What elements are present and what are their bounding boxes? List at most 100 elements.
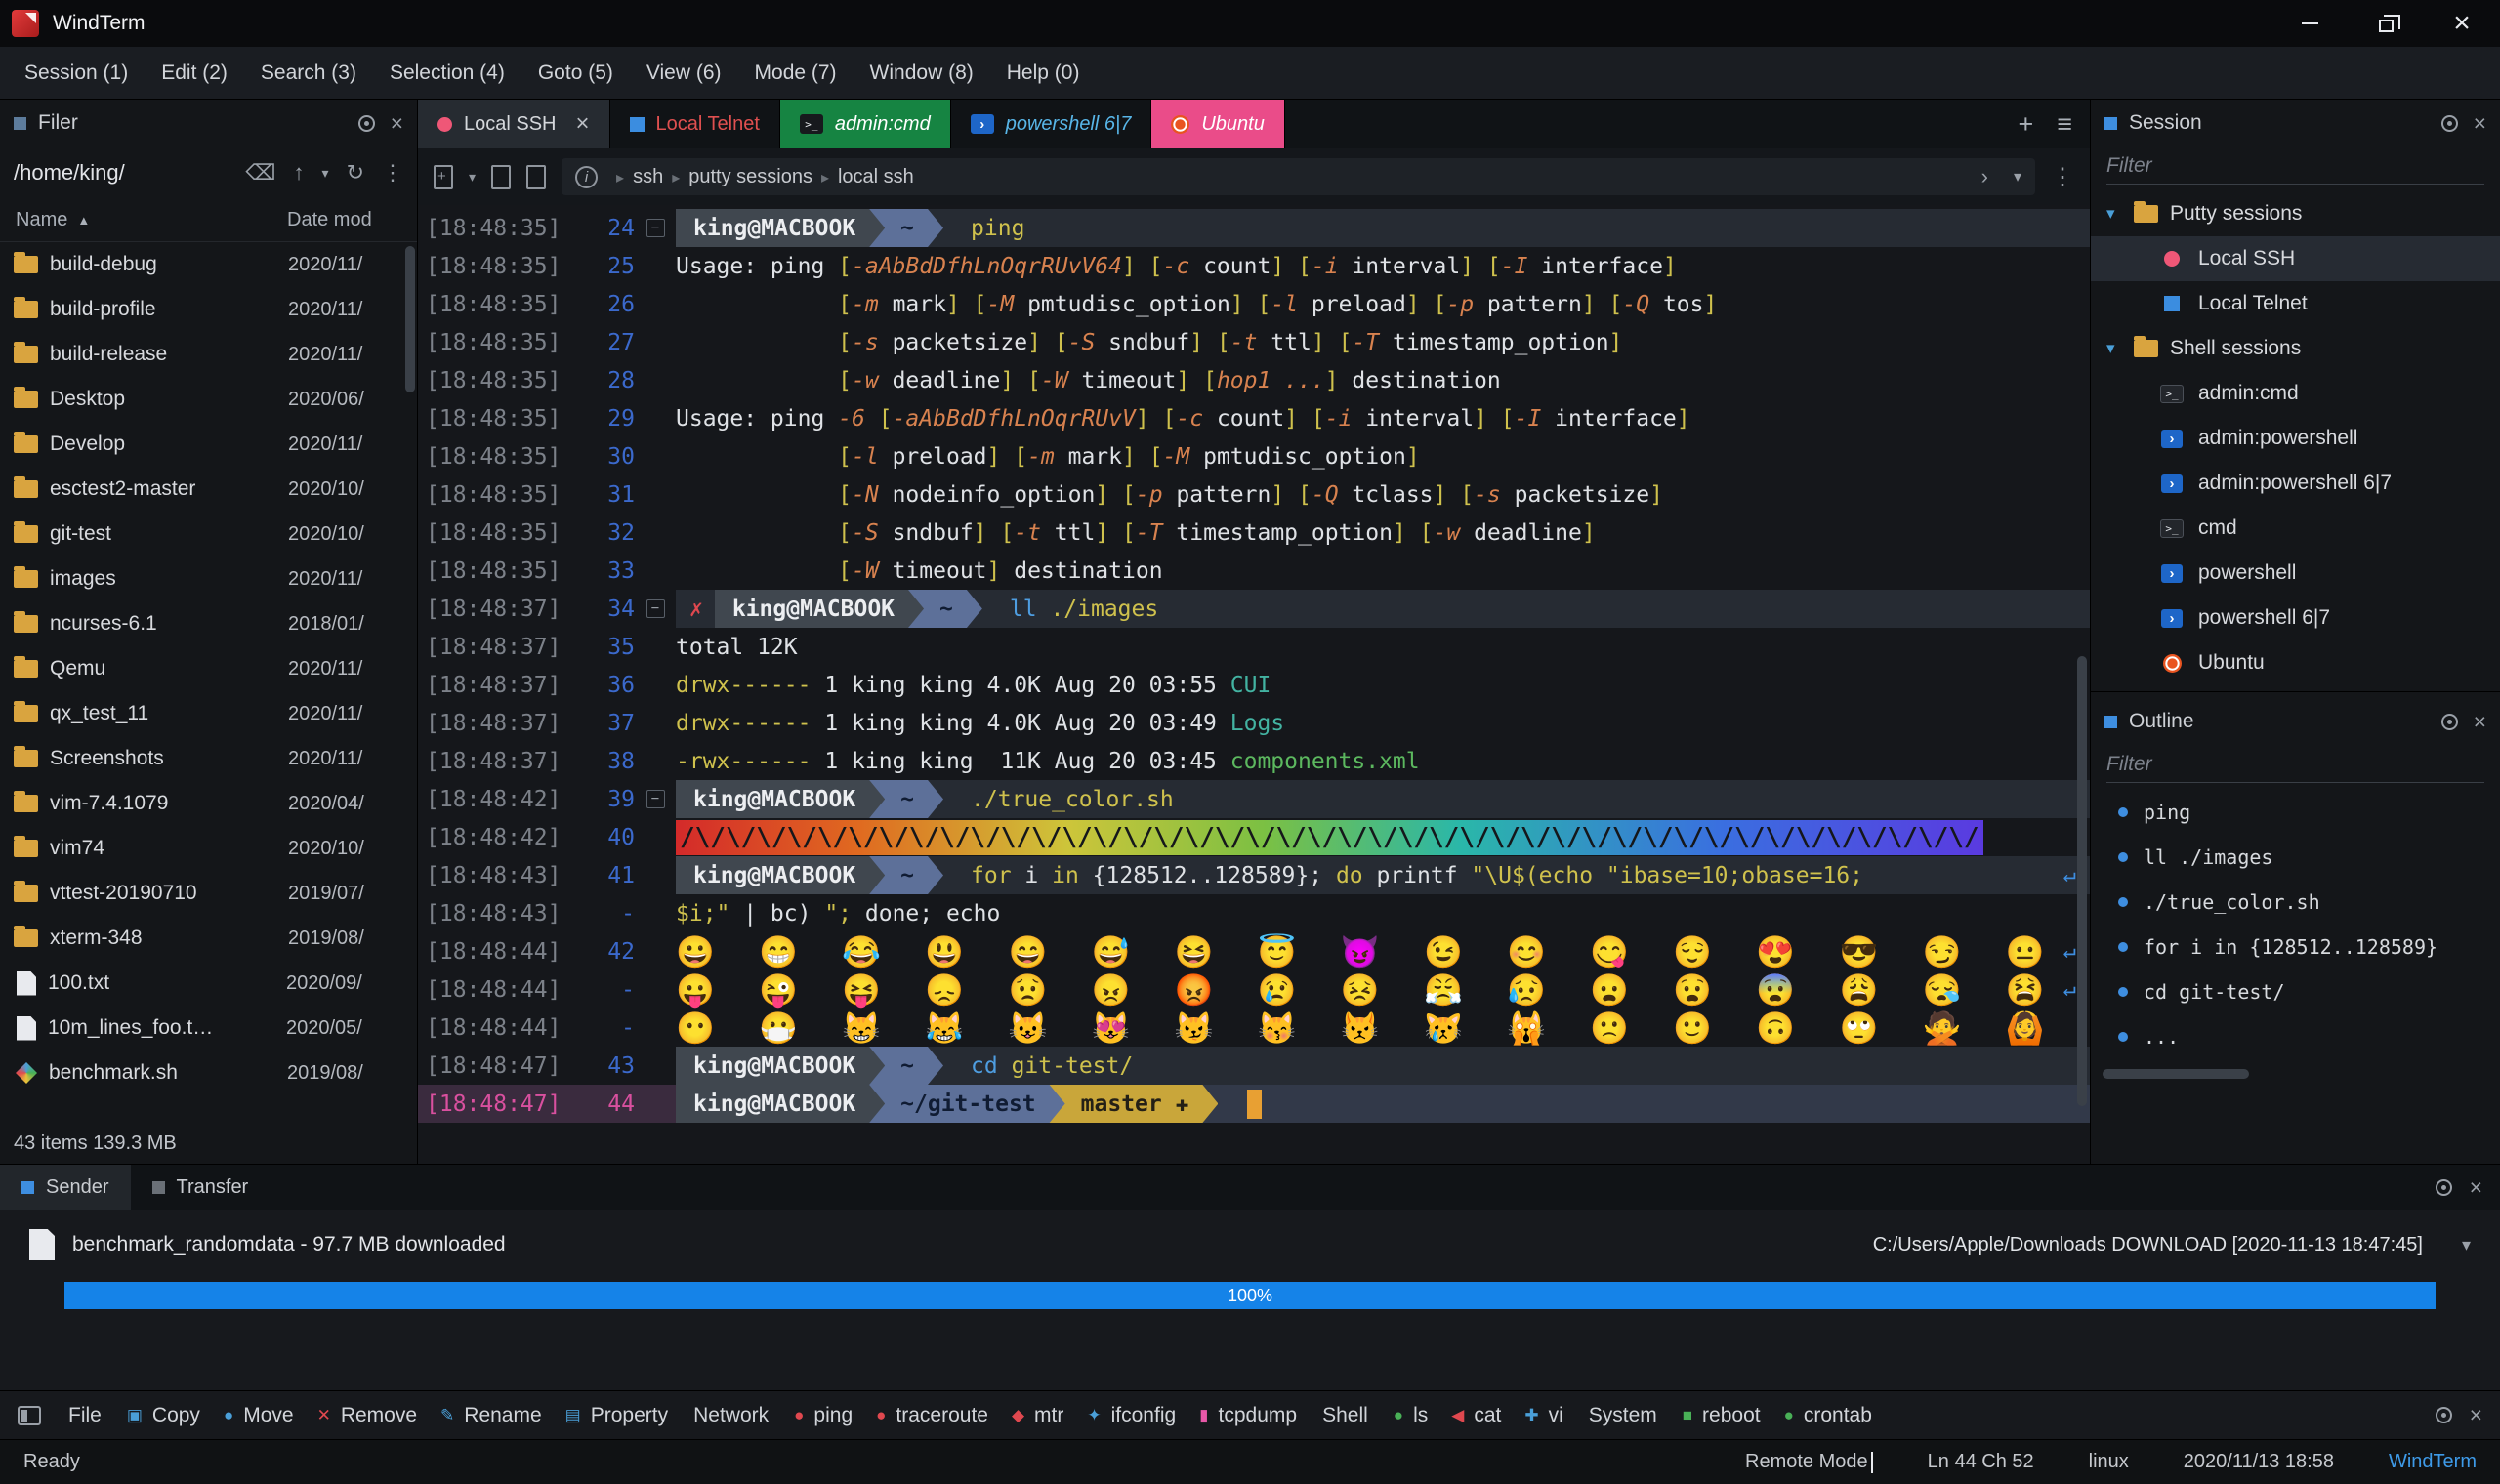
menu-item-help[interactable]: Help (0) <box>990 47 1097 99</box>
session-filter-input[interactable]: Filter <box>2106 154 2484 185</box>
terminal-line[interactable]: [18:48:44] - 😶 😷 😸 😹 😺 😻 😼 😽 😾 😿 🙀 🙁 🙂 🙃 🙄… <box>418 1009 2090 1047</box>
terminal-line[interactable]: [18:48:35] 33 [-W timeout] destination <box>418 552 2090 590</box>
terminal-line[interactable]: [18:48:35] 28 [-w deadline] [-W timeout] … <box>418 361 2090 399</box>
menu-item-window[interactable]: Window (8) <box>854 47 990 99</box>
status-datetime[interactable]: 2020/11/13 18:58 <box>2184 1451 2334 1473</box>
terminal-line[interactable]: [18:48:42] 40 /\/\/\/\/\/\/\/\/\/\/\/\/\/\… <box>418 818 2090 856</box>
fold-marker-icon[interactable]: − <box>646 599 665 618</box>
close-panel-icon[interactable]: × <box>391 110 403 137</box>
chevron-down-icon[interactable]: ▾ <box>322 165 329 182</box>
session-item[interactable]: powershell <box>2091 551 2500 596</box>
toolbar-item-property[interactable]: ▤ Property <box>554 1404 680 1427</box>
terminal-line[interactable]: [18:48:35] 26 [-m mark] [-M pmtudisc_opti… <box>418 285 2090 323</box>
toolbar-item-tcpdump[interactable]: ▮ tcpdump <box>1188 1404 1309 1427</box>
file-row[interactable]: build-release 2020/11/ <box>0 332 417 377</box>
tab-admin-cmd[interactable]: admin:cmd <box>779 100 951 148</box>
outline-item[interactable]: ./true_color.sh <box>2091 880 2500 925</box>
session-group[interactable]: ▾ Shell sessions <box>2091 326 2500 371</box>
close-button[interactable]: × <box>2424 0 2500 47</box>
column-header-name[interactable]: Name ▲ <box>16 209 287 231</box>
pin-icon[interactable] <box>357 114 375 132</box>
toolbar-item-shell[interactable]: Shell <box>1309 1404 1382 1427</box>
terminal-line[interactable]: [18:48:35] 31 [-N nodeinfo_option] [-p pa… <box>418 475 2090 514</box>
session-item[interactable]: admin:cmd <box>2091 371 2500 416</box>
up-directory-icon[interactable]: ↑ <box>294 160 305 186</box>
toolbar-item-ping[interactable]: ● ping <box>782 1404 864 1427</box>
toolbar-item-copy[interactable]: ▣ Copy <box>115 1404 212 1427</box>
backspace-icon[interactable]: ⌫ <box>245 160 275 186</box>
toolbar-item-network[interactable]: Network <box>680 1404 782 1427</box>
history-dropdown-icon[interactable]: ▾ <box>2014 167 2021 186</box>
file-row[interactable]: build-profile 2020/11/ <box>0 287 417 332</box>
terminal-line[interactable]: [18:48:35] 30 [-l preload] [-m mark] [-M … <box>418 437 2090 475</box>
transfer-dropdown-icon[interactable]: ▾ <box>2462 1235 2471 1256</box>
toolbar-item-move[interactable]: ● Move <box>212 1404 306 1427</box>
terminal-line[interactable]: [18:48:43] - $i;" | bc) "; done; echo <box>418 894 2090 932</box>
tab-close-icon[interactable]: × <box>576 110 590 138</box>
fold-marker-icon[interactable]: − <box>646 219 665 237</box>
refresh-icon[interactable]: ↻ <box>347 160 364 186</box>
toolbar-item-reboot[interactable]: ■ reboot <box>1671 1404 1772 1427</box>
session-item[interactable]: powershell 6|7 <box>2091 596 2500 640</box>
minimize-button[interactable] <box>2271 0 2348 47</box>
file-row[interactable]: images 2020/11/ <box>0 556 417 601</box>
breadcrumb-item[interactable]: ssh <box>633 166 663 187</box>
restore-button[interactable] <box>2348 0 2424 47</box>
transfer-tab-sender[interactable]: Sender <box>0 1165 131 1210</box>
close-panel-icon[interactable]: × <box>2474 110 2486 137</box>
gear-icon[interactable] <box>2440 114 2458 132</box>
close-panel-icon[interactable]: × <box>2474 709 2486 735</box>
menu-item-session[interactable]: Session (1) <box>8 47 145 99</box>
terminal-line[interactable]: [18:48:47] 44 king@MACBOOK ~/git-test master… <box>418 1085 2090 1123</box>
file-row[interactable]: vttest-20190710 2019/07/ <box>0 871 417 916</box>
menu-item-search[interactable]: Search (3) <box>244 47 373 99</box>
session-item[interactable]: Local Telnet <box>2091 281 2500 326</box>
panel-toggle-icon[interactable] <box>18 1405 41 1425</box>
toolbar-item-rename[interactable]: ✎ Rename <box>429 1404 554 1427</box>
toolbar-item-crontab[interactable]: ● crontab <box>1772 1404 1884 1427</box>
toolbar-item-vi[interactable]: ✚ vi <box>1513 1404 1574 1427</box>
session-item[interactable]: Local SSH <box>2091 236 2500 281</box>
menu-item-goto[interactable]: Goto (5) <box>521 47 630 99</box>
file-row[interactable]: git-test 2020/10/ <box>0 512 417 556</box>
outline-item[interactable]: ping <box>2091 790 2500 835</box>
close-panel-icon[interactable]: × <box>2470 1175 2482 1201</box>
terminal-line[interactable]: [18:48:37] 35 total 12K <box>418 628 2090 666</box>
tab-ubuntu[interactable]: Ubuntu <box>1151 100 1285 148</box>
toolbar-item-file[interactable]: File <box>55 1404 115 1427</box>
more-icon[interactable]: ⋮ <box>382 160 403 186</box>
terminal-line[interactable]: [18:48:43] 41 king@MACBOOK ~ for i in {12851… <box>418 856 2090 894</box>
session-item[interactable]: Ubuntu <box>2091 640 2500 685</box>
terminal-line[interactable]: [18:48:35] 25 Usage: ping [-aAbBdDfhLnOqrR… <box>418 247 2090 285</box>
file-row[interactable]: benchmark.sh 2019/08/ <box>0 1051 417 1095</box>
new-tab-icon[interactable]: + <box>2018 109 2033 140</box>
filer-scrollbar[interactable] <box>405 246 415 392</box>
terminal-body[interactable]: [18:48:35] 24− king@MACBOOK ~ ping [18:48:35]… <box>418 205 2090 1164</box>
terminal-line[interactable]: [18:48:37] 34− ✗ king@MACBOOK ~ ll ./images <box>418 590 2090 628</box>
new-session-dropdown-icon[interactable]: ▾ <box>469 169 476 186</box>
file-row[interactable]: Desktop 2020/06/ <box>0 377 417 422</box>
breadcrumb-item[interactable]: putty sessions <box>688 166 812 187</box>
status-os[interactable]: linux <box>2089 1451 2129 1473</box>
status-mode[interactable]: Remote Mode <box>1745 1451 1873 1473</box>
outline-filter-input[interactable]: Filter <box>2106 753 2484 783</box>
file-row[interactable]: 10m_lines_foo.t… 2020/05/ <box>0 1006 417 1051</box>
info-icon[interactable]: i <box>575 165 599 188</box>
paste-icon[interactable] <box>526 164 547 189</box>
toolbar-item-cat[interactable]: ◀ cat <box>1439 1404 1513 1427</box>
file-row[interactable]: Develop 2020/11/ <box>0 422 417 467</box>
session-item[interactable]: cmd <box>2091 506 2500 551</box>
transfer-item[interactable]: benchmark_randomdata - 97.7 MB downloade… <box>29 1229 2471 1260</box>
fold-marker-icon[interactable]: − <box>646 790 665 808</box>
tab-list-icon[interactable]: ≡ <box>2057 109 2072 140</box>
session-item[interactable]: admin:powershell <box>2091 416 2500 461</box>
outline-item[interactable]: cd git-test/ <box>2091 969 2500 1014</box>
outline-item[interactable]: ... <box>2091 1014 2500 1059</box>
file-row[interactable]: vim-7.4.1079 2020/04/ <box>0 781 417 826</box>
new-session-icon[interactable] <box>434 164 453 189</box>
file-row[interactable]: Qemu 2020/11/ <box>0 646 417 691</box>
toolbar-item-ls[interactable]: ● ls <box>1382 1404 1439 1427</box>
file-row[interactable]: Screenshots 2020/11/ <box>0 736 417 781</box>
menu-item-mode[interactable]: Mode (7) <box>738 47 854 99</box>
toolbar-item-ifconfig[interactable]: ✦ ifconfig <box>1075 1404 1188 1427</box>
